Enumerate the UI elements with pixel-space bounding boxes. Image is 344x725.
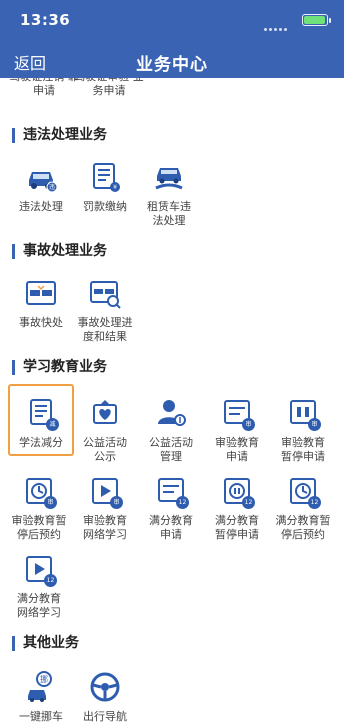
item-public-activity-manage[interactable]: 公益活动 管理 <box>138 396 204 464</box>
education-pause-icon: 审 <box>286 396 321 431</box>
item-label: 罚款缴纳 <box>83 200 127 213</box>
item-full-score-pause-reserve[interactable]: 12 满分教育暂 停后预约 <box>270 474 336 542</box>
item-full-score-apply[interactable]: 12 满分教育 申请 <box>138 474 204 542</box>
item-label: 审验教育暂 停后预约 <box>11 514 67 541</box>
item-label: 审验教育 申请 <box>215 436 259 463</box>
item-label: 公益活动 公示 <box>83 436 127 463</box>
badge-education: 审 <box>308 418 321 431</box>
item-label: 审验教育 网络学习 <box>83 514 127 541</box>
section-title-accident: 事故处理业务 <box>12 244 107 259</box>
item-label: 出行导航 <box>83 710 127 723</box>
item-education-pause[interactable]: 审 审验教育 暂停申请 <box>270 396 336 464</box>
content-scroll-area[interactable]: 驾驶证注销 靠申请 驾驶证审验 业务申请 违法处理业务 违 违法处理 <box>0 78 344 725</box>
car-icon: 违 <box>24 160 58 194</box>
item-label: 满分教育暂 停后预约 <box>275 514 331 541</box>
svg-text:¥: ¥ <box>113 184 117 191</box>
signal-icon <box>264 16 289 35</box>
svg-text:挪: 挪 <box>40 674 48 684</box>
move-car-icon: 挪 <box>24 670 58 704</box>
item-label: 违法处理 <box>19 200 63 213</box>
full-score-video-icon: 12 <box>22 552 57 587</box>
item-fine-payment[interactable]: ¥ 罚款缴纳 <box>72 160 138 214</box>
item-education-online[interactable]: 审 审验教育 网络学习 <box>72 474 138 542</box>
page-title: 业务中心 <box>136 55 208 75</box>
battery-icon <box>302 14 331 26</box>
badge-full-score: 12 <box>176 496 189 509</box>
item-label: 一键挪车 <box>19 710 63 723</box>
item-accident-quick[interactable]: 事故快处 <box>8 276 74 330</box>
status-bar: 13:36 <box>0 0 344 40</box>
status-time: 13:36 <box>20 11 71 29</box>
item-navigation[interactable]: 出行导航 <box>72 670 138 724</box>
item-label: 满分教育 暂停申请 <box>215 514 259 541</box>
accident-progress-icon <box>88 276 122 310</box>
section-title-other: 其他业务 <box>12 636 79 651</box>
rental-car-icon <box>152 160 186 194</box>
badge-full-score: 12 <box>242 496 255 509</box>
item-accident-progress[interactable]: 事故处理进 度和结果 <box>72 276 138 344</box>
partial-row: 驾驶证注销 靠申请 驾驶证审验 业务申请 <box>0 78 344 100</box>
accident-icon <box>24 276 58 310</box>
badge-deduct: 减 <box>46 418 59 431</box>
badge-full-score: 12 <box>308 496 321 509</box>
badge-education: 审 <box>242 418 255 431</box>
item-public-activity-notice[interactable]: 公益活动 公示 <box>72 396 138 464</box>
clock-icon: 审 <box>22 474 57 509</box>
section-title-education: 学习教育业务 <box>12 360 107 375</box>
item-rental-violation[interactable]: 租赁车违 法处理 <box>136 160 202 228</box>
section-title-violation: 违法处理业务 <box>12 128 107 143</box>
full-score-clock-icon: 12 <box>286 474 321 509</box>
education-apply-icon: 审 <box>220 396 255 431</box>
steering-wheel-icon <box>88 670 122 704</box>
full-score-apply-icon: 12 <box>154 474 189 509</box>
item-label: 审验教育 暂停申请 <box>281 436 325 463</box>
user-manage-icon <box>154 396 188 430</box>
item-education-pause-reserve[interactable]: 审 审验教育暂 停后预约 <box>6 474 72 542</box>
item-violation-handling[interactable]: 违 违法处理 <box>8 160 74 214</box>
item-label: 满分教育 网络学习 <box>17 592 61 619</box>
badge-full-score: 12 <box>44 574 57 587</box>
item-label: 学法减分 <box>19 436 63 449</box>
badge-education: 审 <box>44 496 57 509</box>
item-label: 租赁车违 法处理 <box>147 200 191 227</box>
receipt-icon: ¥ <box>88 160 122 194</box>
item-education-apply[interactable]: 审 审验教育 申请 <box>204 396 270 464</box>
top-header: 13:36 返回 业务中心 <box>0 0 344 78</box>
partial-item-license-verify[interactable]: 驾驶证审验 业务申请 <box>69 78 149 98</box>
badge-education: 审 <box>110 496 123 509</box>
study-icon: 减 <box>24 396 59 431</box>
item-label: 事故处理进 度和结果 <box>77 316 133 343</box>
item-study-deduct[interactable]: 减 学法减分 <box>8 384 74 456</box>
svg-text:违: 违 <box>49 184 55 191</box>
item-label: 公益活动 管理 <box>149 436 193 463</box>
item-full-score-online[interactable]: 12 满分教育 网络学习 <box>6 552 72 620</box>
heart-icon <box>88 396 122 430</box>
item-label: 满分教育 申请 <box>149 514 193 541</box>
video-icon: 审 <box>88 474 123 509</box>
item-move-car[interactable]: 挪 一键挪车 <box>8 670 74 724</box>
item-full-score-pause[interactable]: 12 满分教育 暂停申请 <box>204 474 270 542</box>
item-label: 事故快处 <box>19 316 63 329</box>
full-score-pause-icon: 12 <box>220 474 255 509</box>
